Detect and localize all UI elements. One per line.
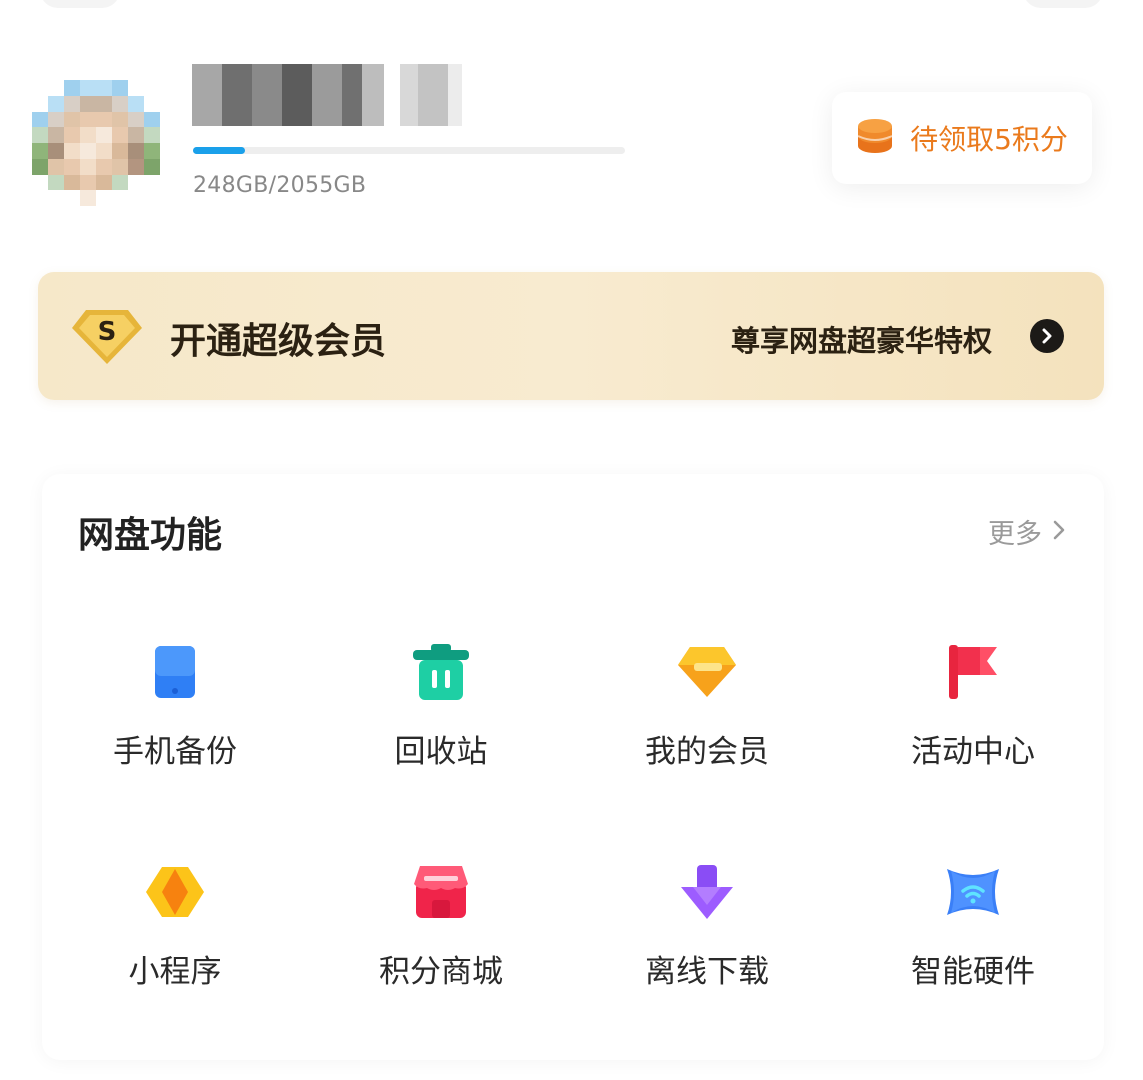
- feature-smart-hardware[interactable]: 智能硬件: [840, 860, 1106, 1020]
- vip-subtitle: 尊享网盘超豪华特权: [730, 324, 992, 358]
- mini-program-icon: [143, 860, 207, 924]
- feature-my-membership[interactable]: 我的会员: [574, 640, 840, 800]
- super-vip-diamond-icon: S: [70, 306, 144, 370]
- store-icon: [409, 860, 473, 924]
- feature-mini-program[interactable]: 小程序: [42, 860, 308, 1020]
- top-left-edge: [40, 0, 120, 8]
- feature-activity-center[interactable]: 活动中心: [840, 640, 1106, 800]
- feature-points-mall[interactable]: 积分商城: [308, 860, 574, 1020]
- feature-label: 智能硬件: [911, 954, 1035, 990]
- more-label: 更多: [988, 519, 1042, 550]
- diamond-icon: [675, 640, 739, 704]
- feature-label: 回收站: [394, 734, 488, 770]
- feature-label: 我的会员: [645, 734, 769, 770]
- feature-phone-backup[interactable]: 手机备份: [42, 640, 308, 800]
- vip-title: 开通超级会员: [170, 321, 387, 362]
- username-blurred: [192, 64, 462, 126]
- svg-text:S: S: [98, 317, 117, 347]
- feature-label: 离线下载: [645, 954, 769, 990]
- more-link[interactable]: 更多: [988, 512, 1066, 551]
- smart-hardware-icon: [941, 860, 1005, 924]
- download-arrow-icon: [675, 860, 739, 924]
- storage-usage-text: 248GB/2055GB: [193, 173, 367, 198]
- flag-icon: [941, 640, 1005, 704]
- super-vip-banner[interactable]: S 开通超级会员 尊享网盘超豪华特权: [38, 272, 1104, 400]
- feature-label: 活动中心: [911, 734, 1035, 770]
- coin-stack-icon: [856, 116, 894, 160]
- chevron-right-circle-icon[interactable]: [1030, 319, 1064, 353]
- feature-label: 积分商城: [379, 954, 503, 990]
- chevron-right-icon: [1052, 519, 1066, 545]
- section-title: 网盘功能: [78, 515, 223, 556]
- feature-offline-download[interactable]: 离线下载: [574, 860, 840, 1020]
- avatar[interactable]: [32, 80, 160, 206]
- feature-label: 手机备份: [113, 734, 237, 770]
- storage-progress-fill: [193, 147, 245, 154]
- feature-label: 小程序: [128, 954, 222, 990]
- storage-progress-bar: [193, 147, 625, 154]
- claim-points-button[interactable]: 待领取5积分: [832, 92, 1092, 184]
- top-right-edge: [1023, 0, 1103, 8]
- phone-backup-icon: [143, 640, 207, 704]
- trash-bin-icon: [409, 640, 473, 704]
- feature-recycle-bin[interactable]: 回收站: [308, 640, 574, 800]
- disk-features-card: 网盘功能 更多 手机备份 回收站 我的会员 活动中心 小程序 积分商城 离线下载…: [42, 474, 1104, 1060]
- points-label: 待领取5积分: [910, 123, 1068, 156]
